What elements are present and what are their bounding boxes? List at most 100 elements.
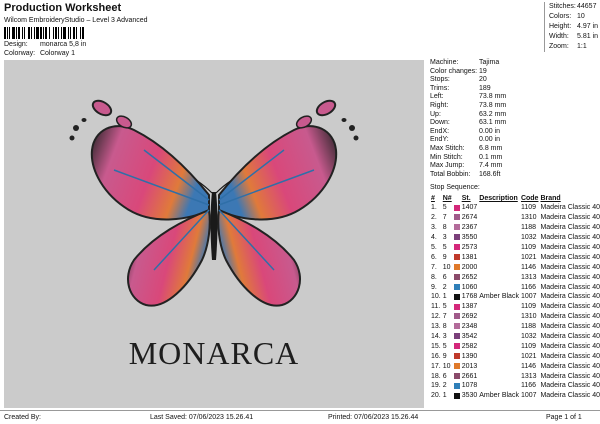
cell-description — [478, 223, 520, 233]
color-swatch-icon — [453, 392, 460, 399]
cell-brand: Madeira Classic 40 — [540, 352, 600, 360]
color-swatch-icon — [453, 352, 460, 359]
cell-brand: Madeira Classic 40 — [540, 234, 600, 242]
cell-description — [478, 351, 520, 361]
cell-brand: Madeira Classic 40 — [540, 392, 600, 400]
info-row: Max Jump: 7.4 mm — [430, 162, 600, 171]
cell-needle: 2 — [442, 283, 447, 291]
stat-value: 1:1 — [577, 43, 587, 50]
cell-swatch — [453, 371, 461, 381]
stat-row: Zoom: 1:1 — [549, 42, 598, 52]
cell-code: 1313 — [520, 372, 537, 380]
info-label: Up: — [430, 110, 441, 118]
cell-swatch — [453, 312, 461, 322]
cell-brand: Madeira Classic 40 — [540, 303, 600, 311]
cell-description — [478, 302, 520, 312]
cell-swatch — [453, 322, 461, 332]
info-label: Max Stitch: — [430, 144, 465, 152]
cell-description — [478, 213, 520, 223]
info-row: Down: 63.1 mm — [430, 119, 600, 128]
color-swatch-icon — [453, 323, 460, 330]
cell-code: 1007 — [520, 293, 537, 301]
cell-swatch — [453, 361, 461, 371]
cell-index: 12. — [431, 313, 441, 321]
col-swatch — [453, 194, 461, 203]
info-row: Trims: 189 — [430, 85, 600, 94]
color-swatch-icon — [453, 244, 460, 251]
cell-description — [478, 282, 520, 292]
cell-needle: 8 — [442, 224, 447, 232]
cell-index: 11. — [431, 303, 441, 311]
cell-code: 1188 — [520, 323, 537, 331]
cell-description: Amber Black — [479, 392, 519, 400]
cell-brand: Madeira Classic 40 — [540, 293, 600, 301]
cell-stitches: 2573 — [461, 244, 478, 251]
cell-brand: Madeira Classic 40 — [540, 244, 600, 251]
cell-code: 1313 — [520, 273, 537, 281]
cell-code: 1007 — [520, 392, 537, 400]
cell-swatch — [453, 203, 461, 213]
info-label: Down: — [430, 119, 450, 127]
color-swatch-icon — [453, 303, 460, 310]
info-label: Color changes: — [430, 67, 478, 75]
stop-sequence-table: # N# St. Description Code Brand 1. 5 1407 1… — [430, 194, 600, 401]
info-label: EndX: — [430, 127, 450, 135]
colorway-value: Colorway 1 — [39, 50, 75, 57]
cell-index: 20. — [431, 392, 441, 400]
cell-code: 1146 — [520, 362, 537, 370]
cell-swatch — [453, 282, 461, 292]
info-label: Machine: — [430, 59, 459, 66]
info-label: Stops: — [430, 76, 450, 84]
cell-needle: 3 — [442, 234, 447, 242]
cell-swatch — [453, 332, 461, 342]
cell-index: 17. — [431, 362, 441, 370]
cell-brand: Madeira Classic 40 — [540, 204, 600, 212]
info-value: 19 — [479, 67, 487, 75]
table-row: 15. 5 2582 1109 Madeira Classic 40 — [430, 341, 600, 351]
table-row: 14. 3 3542 1032 Madeira Classic 40 — [430, 332, 600, 342]
cell-index: 18. — [431, 372, 441, 380]
table-row: 9. 2 1060 1166 Madeira Classic 40 — [430, 282, 600, 292]
info-value: 73.8 mm — [479, 101, 507, 109]
cell-needle: 1 — [442, 293, 447, 301]
stat-label: Height: — [549, 23, 572, 30]
table-header-row: # N# St. Description Code Brand — [430, 194, 600, 203]
cell-index: 3. — [431, 224, 437, 232]
info-label: Left: — [430, 93, 444, 101]
cell-needle: 7 — [442, 313, 447, 321]
cell-swatch — [453, 302, 461, 312]
cell-description — [478, 243, 520, 253]
stop-sequence-label: Stop Sequence: — [430, 184, 480, 191]
cell-brand: Madeira Classic 40 — [540, 253, 600, 261]
info-value: 0.00 in — [479, 127, 501, 135]
stat-label: Width: — [549, 33, 569, 40]
cell-brand: Madeira Classic 40 — [540, 273, 600, 281]
col-description: Description — [479, 195, 518, 202]
colorway-label: Colorway: — [4, 50, 36, 57]
info-value: 6.8 mm — [479, 144, 503, 152]
created-by: Created By: — [4, 414, 41, 421]
cell-brand: Madeira Classic 40 — [540, 263, 600, 271]
cell-code: 1188 — [520, 224, 537, 232]
info-row: Right: 73.8 mm — [430, 102, 600, 111]
cell-needle: 3 — [442, 333, 447, 341]
cell-stitches: 3530 — [461, 392, 478, 400]
cell-brand: Madeira Classic 40 — [540, 342, 600, 350]
cell-index: 2. — [431, 214, 437, 222]
cell-code: 1310 — [520, 313, 537, 321]
cell-needle: 10 — [442, 362, 451, 370]
design-preview: MONARCA — [4, 60, 424, 408]
cell-brand: Madeira Classic 40 — [540, 224, 600, 232]
cell-swatch — [453, 381, 461, 391]
stat-row: Stitches: 44657 — [549, 2, 598, 12]
cell-description — [478, 203, 520, 213]
color-swatch-icon — [453, 333, 460, 340]
cell-needle: 5 — [442, 342, 447, 350]
worksheet-title: Production Worksheet — [4, 2, 122, 14]
cell-index: 19. — [431, 382, 441, 390]
col-brand: Brand — [540, 195, 561, 202]
cell-swatch — [453, 351, 461, 361]
cell-swatch — [453, 391, 461, 401]
color-swatch-icon — [453, 283, 460, 290]
cell-stitches: 1381 — [461, 253, 478, 261]
